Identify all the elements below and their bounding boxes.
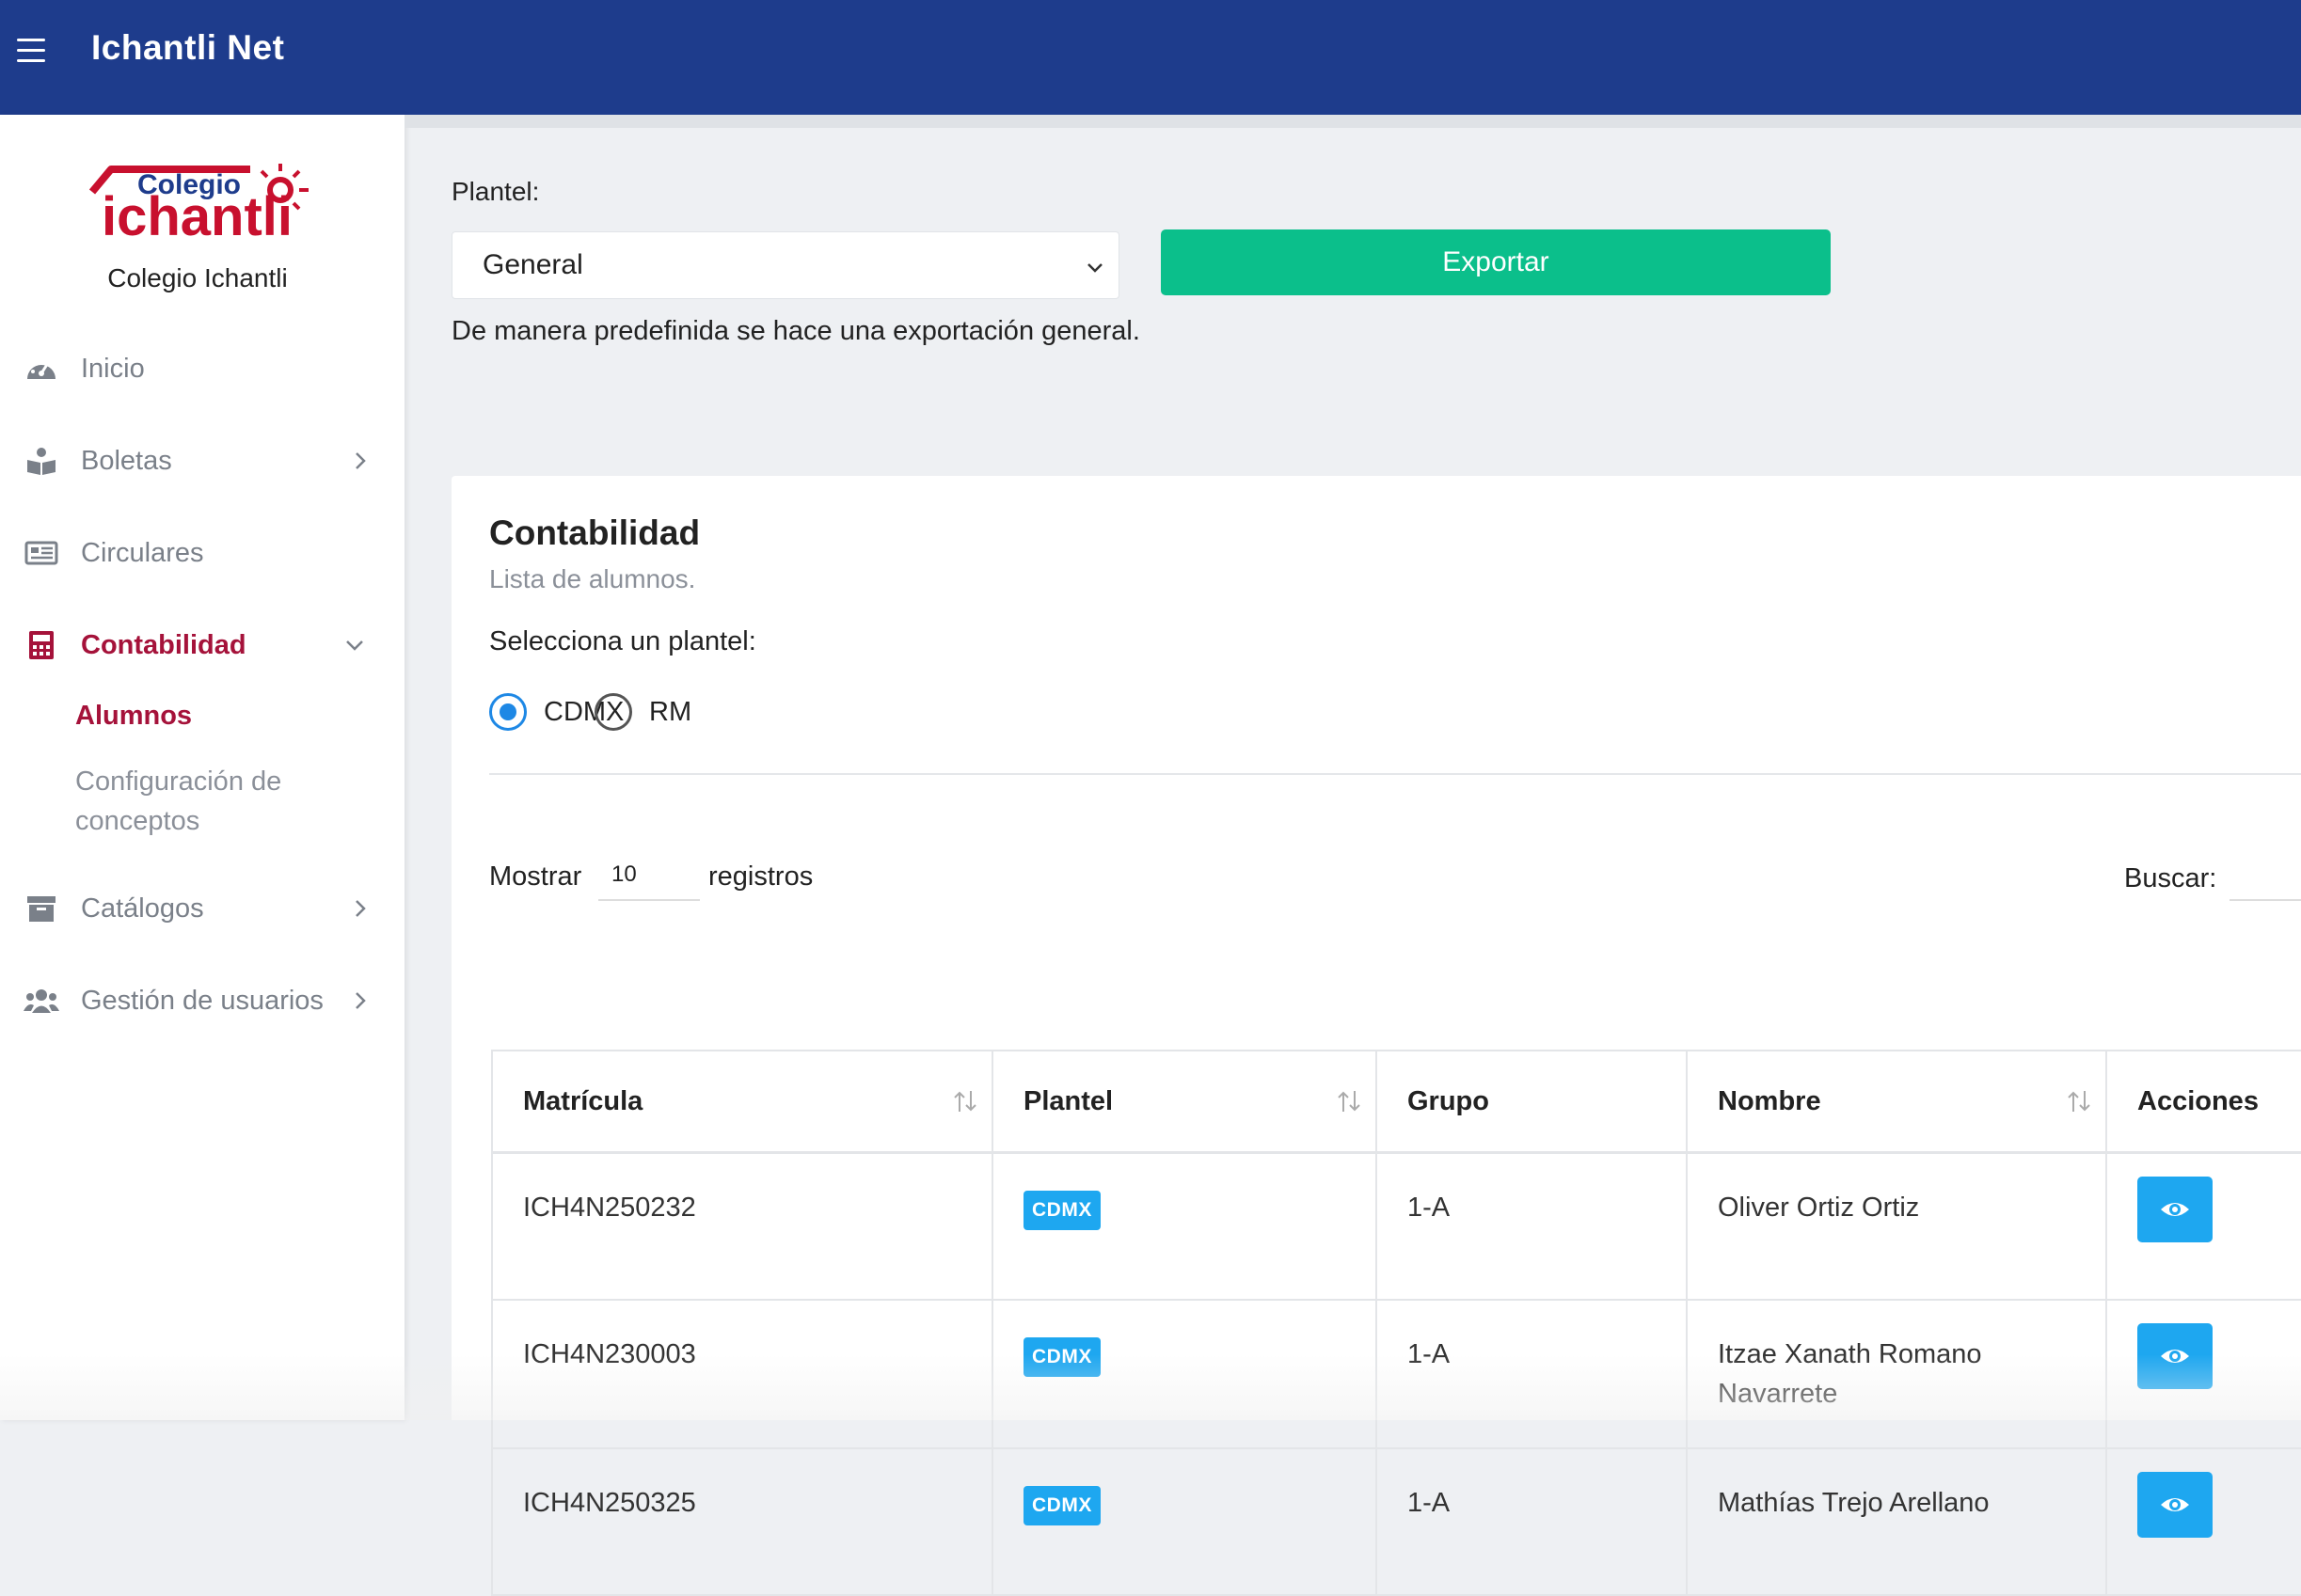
- export-note: De manera predefinida se hace una export…: [452, 316, 1140, 346]
- chevron-down-icon: [1087, 263, 1103, 273]
- view-button[interactable]: [2137, 1323, 2213, 1389]
- divider: [489, 773, 2301, 775]
- column-header-nombre[interactable]: Nombre: [1686, 1050, 2107, 1154]
- sidebar-item-circulares[interactable]: Circulares: [0, 525, 405, 581]
- sidebar-item-contabilidad[interactable]: Contabilidad: [0, 617, 405, 673]
- column-header-label: Matrícula: [523, 1085, 643, 1116]
- cell-acciones: [2105, 1151, 2301, 1301]
- table-header-row: Matrícula Plantel Grupo Nombre Acciones: [491, 1050, 2301, 1154]
- radio-rm[interactable]: RM: [595, 690, 691, 734]
- cell-grupo: 1-A: [1375, 1447, 1688, 1596]
- sidebar-item-boletas[interactable]: Boletas: [0, 433, 405, 489]
- reader-icon: [23, 442, 60, 480]
- cell-grupo: 1-A: [1375, 1151, 1688, 1301]
- cell-nombre: Mathías Trejo Arellano: [1686, 1447, 2107, 1596]
- sort-icon: [954, 1091, 976, 1112]
- sidebar: Colegio ichantli Colegio Ichantli Inicio…: [0, 115, 405, 1420]
- plantel-select[interactable]: General: [452, 231, 1119, 299]
- column-header-label: Nombre: [1718, 1085, 1821, 1116]
- cell-nombre: Itzae Xanath Romano Navarrete: [1686, 1299, 2107, 1449]
- chevron-right-icon: [356, 992, 366, 1009]
- cell-plantel: CDMX: [992, 1151, 1377, 1301]
- card-title: Contabilidad: [489, 514, 701, 552]
- plantel-badge: CDMX: [1024, 1486, 1101, 1525]
- chevron-right-icon: [356, 900, 366, 917]
- column-header-acciones: Acciones: [2105, 1050, 2301, 1154]
- view-button[interactable]: [2137, 1472, 2213, 1538]
- users-icon: [23, 982, 60, 1019]
- cell-acciones: [2105, 1299, 2301, 1449]
- cell-nombre: Oliver Ortiz Ortiz: [1686, 1151, 2107, 1301]
- svg-text:ichantli: ichantli: [102, 186, 293, 241]
- top-app-bar: Ichantli Net: [0, 0, 2301, 115]
- archive-icon: [23, 890, 60, 927]
- plantel-label: Plantel:: [452, 177, 540, 206]
- plantel-select-value: General: [483, 249, 583, 280]
- cell-plantel: CDMX: [992, 1299, 1377, 1449]
- sidebar-item-label: Catálogos: [81, 893, 204, 924]
- school-name: Colegio Ichantli: [107, 263, 288, 292]
- sidebar-item-label: Circulares: [81, 537, 204, 568]
- export-button[interactable]: Exportar: [1161, 229, 1831, 295]
- cell-matricula: ICH4N250325: [491, 1447, 993, 1596]
- chevron-down-icon: [346, 640, 363, 651]
- plantel-badge: CDMX: [1024, 1337, 1101, 1377]
- top-strip: [405, 115, 2301, 128]
- sidebar-item-label: Inicio: [81, 353, 145, 384]
- sidebar-item-inicio[interactable]: Inicio: [0, 340, 405, 397]
- column-header-label: Grupo: [1407, 1085, 1489, 1116]
- cell-plantel: CDMX: [992, 1447, 1377, 1596]
- page-length-select[interactable]: 10: [598, 850, 700, 901]
- plantel-radio-label: Selecciona un plantel:: [489, 626, 756, 656]
- column-header-matricula[interactable]: Matrícula: [491, 1050, 993, 1154]
- sidebar-item-catalogos[interactable]: Catálogos: [0, 880, 405, 937]
- eye-icon: [2161, 1203, 2189, 1216]
- sidebar-item-label: Contabilidad: [81, 629, 246, 660]
- sidebar-item-label: Boletas: [81, 445, 172, 476]
- radio-label: RM: [649, 696, 692, 727]
- school-logo[interactable]: Colegio ichantli: [83, 154, 313, 241]
- students-table: Matrícula Plantel Grupo Nombre Acciones …: [491, 1050, 2301, 1596]
- chevron-right-icon: [356, 452, 366, 469]
- cell-acciones: [2105, 1447, 2301, 1596]
- sidebar-subitem-configuracion[interactable]: Configuración de conceptos: [75, 762, 357, 841]
- column-header-label: Acciones: [2137, 1085, 2259, 1116]
- cell-grupo: 1-A: [1375, 1299, 1688, 1449]
- show-label: Mostrar: [489, 861, 582, 892]
- sidebar-item-gestion-usuarios[interactable]: Gestión de usuarios: [0, 972, 405, 1029]
- plantel-badge: CDMX: [1024, 1191, 1101, 1230]
- column-header-plantel[interactable]: Plantel: [992, 1050, 1377, 1154]
- cell-matricula: ICH4N230003: [491, 1299, 993, 1449]
- radio-checked-icon: [489, 693, 527, 731]
- main-content: Plantel: General Exportar De manera pred…: [405, 115, 2301, 1596]
- search-label: Buscar:: [2124, 863, 2217, 893]
- menu-icon[interactable]: [17, 39, 45, 63]
- sort-icon: [2068, 1091, 2090, 1112]
- sidebar-subitem-alumnos[interactable]: Alumnos: [75, 696, 192, 735]
- cell-matricula: ICH4N250232: [491, 1151, 993, 1301]
- table-row: ICH4N250232 CDMX 1-A Oliver Ortiz Ortiz: [491, 1151, 2301, 1301]
- column-header-grupo[interactable]: Grupo: [1375, 1050, 1688, 1154]
- sidebar-item-label: Gestión de usuarios: [81, 985, 324, 1016]
- eye-icon: [2161, 1350, 2189, 1363]
- view-button[interactable]: [2137, 1177, 2213, 1242]
- app-title: Ichantli Net: [91, 28, 285, 67]
- table-row: ICH4N230003 CDMX 1-A Itzae Xanath Romano…: [491, 1299, 2301, 1449]
- eye-icon: [2161, 1498, 2189, 1511]
- card-subtitle: Lista de alumnos.: [489, 564, 696, 593]
- gauge-icon: [23, 350, 60, 387]
- newspaper-icon: [23, 534, 60, 572]
- radio-unchecked-icon: [595, 693, 632, 731]
- search-input[interactable]: [2230, 850, 2301, 901]
- records-label: registros: [708, 861, 814, 892]
- table-row: ICH4N250325 CDMX 1-A Mathías Trejo Arell…: [491, 1447, 2301, 1596]
- sort-icon: [1338, 1091, 1360, 1112]
- calculator-icon: [23, 626, 60, 664]
- column-header-label: Plantel: [1024, 1085, 1114, 1116]
- students-card: Contabilidad Lista de alumnos. Seleccion…: [452, 476, 2301, 1596]
